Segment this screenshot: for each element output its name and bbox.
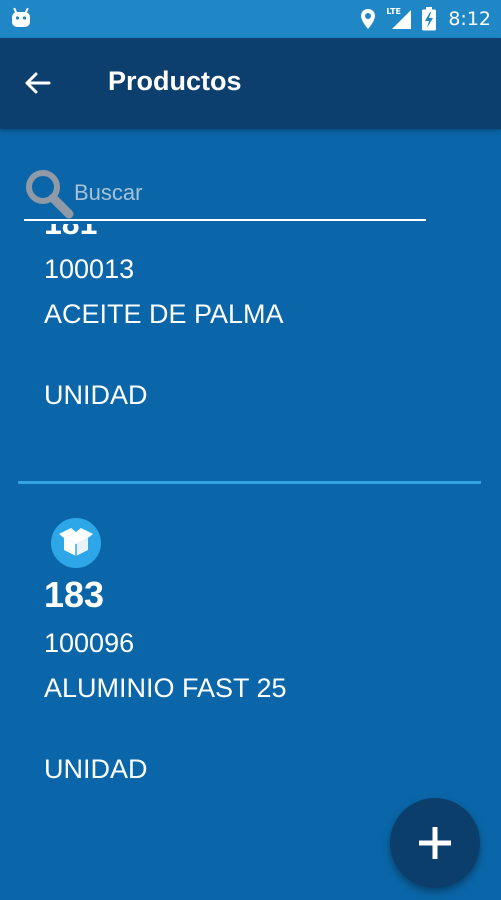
battery-charging-icon: [422, 7, 437, 31]
search-underline: [24, 219, 426, 221]
arrow-left-icon[interactable]: [22, 68, 52, 98]
status-bar: LTE 8:12: [0, 0, 501, 38]
lte-signal-icon: LTE: [386, 7, 412, 30]
location-icon: [361, 9, 376, 29]
product-unit: UNIDAD: [44, 380, 148, 410]
search-field[interactable]: Buscar: [24, 168, 426, 224]
app-bar: Productos: [0, 38, 501, 129]
search-input[interactable]: Buscar: [74, 180, 142, 206]
product-unit: UNIDAD: [44, 754, 148, 784]
product-name: ALUMINIO FAST 25: [44, 673, 287, 703]
page-title: Productos: [108, 66, 242, 96]
product-number: 183: [44, 574, 105, 615]
add-product-button[interactable]: [390, 798, 480, 888]
product-number: 181: [44, 224, 97, 242]
product-code: 100013: [44, 254, 135, 284]
product-name: ACEITE DE PALMA: [44, 299, 284, 329]
box-icon: [51, 518, 101, 568]
android-icon: [12, 7, 30, 27]
list-divider: [18, 481, 481, 484]
search-icon: [26, 170, 74, 219]
product-code: 100096: [44, 628, 135, 658]
clock: 8:12: [448, 8, 491, 30]
plus-icon: [419, 827, 451, 859]
